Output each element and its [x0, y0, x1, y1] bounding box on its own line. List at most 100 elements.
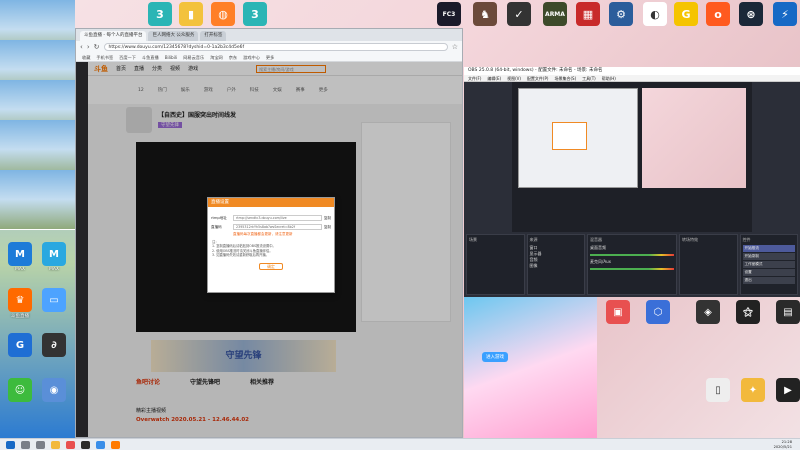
- back-icon[interactable]: ‹: [80, 43, 83, 51]
- app-icon: ◉: [42, 378, 66, 402]
- browser-tab[interactable]: 斗鱼直播 - 每个人的直播平台: [80, 31, 147, 41]
- desktop-icon[interactable]: G: [668, 2, 704, 26]
- desktop-icon[interactable]: ◍: [205, 2, 241, 26]
- browser-tab-strip: 斗鱼直播 - 每个人的直播平台 巨人网络大 公众服务 打开标签: [76, 29, 462, 41]
- clock[interactable]: 21:28 2020/5/21: [774, 440, 792, 449]
- app-icon: ▯: [706, 378, 730, 402]
- source-item[interactable]: 图像: [530, 263, 583, 269]
- desktop-icon[interactable]: ▶: [770, 378, 800, 402]
- desktop-icon[interactable]: M MAX: [2, 242, 38, 272]
- desktop-icon[interactable]: ✓: [501, 2, 537, 26]
- app-icon: ▣: [606, 300, 630, 324]
- bookmark-item[interactable]: 网易云音乐: [183, 53, 204, 61]
- studio-mode-button[interactable]: 工作室模式: [742, 261, 795, 268]
- start-icon[interactable]: [6, 440, 15, 449]
- desktop-icon[interactable]: ⬡: [640, 300, 676, 324]
- exit-button[interactable]: 退出: [742, 277, 795, 284]
- desktop-icon[interactable]: o: [700, 2, 736, 26]
- copy-key-button[interactable]: 复制: [324, 225, 331, 230]
- desktop-icon[interactable]: ▭: [36, 288, 72, 312]
- menu-item[interactable]: 文件(F): [468, 75, 481, 81]
- star-icon[interactable]: ☆: [452, 43, 458, 51]
- bookmark-item[interactable]: Bilibili: [165, 53, 178, 61]
- desktop-icon[interactable]: ▤: [770, 300, 800, 324]
- app-icon: ♞: [473, 2, 497, 26]
- browser-tab[interactable]: 巨人网络大 公众服务: [148, 31, 199, 41]
- desktop-icon[interactable]: ⊛: [733, 2, 769, 26]
- game-thumbnail[interactable]: [0, 170, 75, 230]
- dialog-notes: 注： 1. 复制直播码后请粘贴到OBS推流设置中。 2. 使用OBS推流时请关闭…: [212, 240, 330, 258]
- browser-tab[interactable]: 打开标签: [200, 31, 227, 41]
- refresh-icon[interactable]: ↻: [94, 43, 100, 51]
- desktop-icon[interactable]: ⚙: [603, 2, 639, 26]
- obs-preview[interactable]: [512, 82, 752, 232]
- start-streaming-button[interactable]: 开始推流: [742, 245, 795, 252]
- menu-item[interactable]: 场景集合(S): [554, 75, 576, 81]
- app-icon: ◐: [643, 2, 667, 26]
- note-line: 3. 如直播码失效请重新获取后再开播。: [212, 253, 269, 258]
- app-icon: G: [8, 333, 32, 357]
- forward-icon[interactable]: ›: [87, 43, 90, 51]
- bookmark-item[interactable]: 游戏中心: [243, 53, 260, 61]
- settings-button[interactable]: 设置: [742, 269, 795, 276]
- bookmark-item[interactable]: 京东: [229, 53, 237, 61]
- app-icon: o: [706, 2, 730, 26]
- app-icon: ▦: [576, 2, 600, 26]
- menu-item[interactable]: 视图(V): [507, 75, 521, 81]
- game-window[interactable]: 进入游戏: [464, 297, 597, 438]
- desktop-icon[interactable]: M MAX: [36, 242, 72, 272]
- copy-server-button[interactable]: 复制: [324, 216, 331, 221]
- desktop-icon[interactable]: ▦: [570, 2, 606, 26]
- dock-title: 混音器: [590, 237, 602, 242]
- server-field[interactable]: rtmp://sendtc3.douyu.com/live: [233, 215, 322, 221]
- desktop-icon[interactable]: ⚡: [767, 2, 800, 26]
- menu-item[interactable]: 配置文件(P): [527, 75, 549, 81]
- bookmark-item[interactable]: 更多: [266, 53, 274, 61]
- wechat-icon: ☺: [8, 378, 32, 402]
- desktop-icon[interactable]: ∂: [36, 333, 72, 357]
- key-field[interactable]: 2395312rkYh5s8ab?wsSecret=8b2f: [233, 224, 322, 230]
- bookmark-item[interactable]: 手机书签: [96, 53, 113, 61]
- menu-item[interactable]: 编辑(E): [487, 75, 501, 81]
- desktop-icon[interactable]: ♛ 斗鱼直播: [2, 288, 38, 319]
- task-view-icon[interactable]: [36, 440, 45, 449]
- douyu-icon[interactable]: [111, 440, 120, 449]
- app-icon: ARMA: [543, 2, 567, 26]
- desktop-icon[interactable]: ⚝: [730, 300, 766, 324]
- browser-icon[interactable]: [96, 440, 105, 449]
- app-icon: ◍: [211, 2, 235, 26]
- desktop-icon[interactable]: G: [2, 333, 38, 357]
- desktop-top-icons: 3 ▮ ◍ 3 FC3 ♞ ✓ ARMA ▦ ⚙ ◐ Go ⊛ ⚡: [75, 0, 800, 28]
- enter-game-button[interactable]: 进入游戏: [482, 352, 508, 362]
- mixer-row-label: 桌面音频: [590, 245, 606, 250]
- menu-item[interactable]: 工具(T): [582, 75, 596, 81]
- bookmark-item[interactable]: 百度一下: [119, 53, 136, 61]
- desktop-icon[interactable]: ▣: [600, 300, 636, 324]
- dock-title: 控件: [742, 237, 751, 242]
- desktop-icon[interactable]: ◉: [36, 378, 72, 402]
- desktop-icon[interactable]: FC3: [431, 2, 467, 26]
- ok-button[interactable]: 确定: [259, 262, 283, 270]
- folder-icon[interactable]: [51, 440, 60, 449]
- start-recording-button[interactable]: 开始录制: [742, 253, 795, 260]
- desktop-icon[interactable]: ▯: [700, 378, 736, 402]
- app-icon: ⚙: [609, 2, 633, 26]
- bookmark-item[interactable]: 斗鱼直播: [142, 53, 159, 61]
- url-input[interactable]: https://www.douyu.com/12345678?dyshid=0-…: [103, 43, 448, 51]
- desktop-icon[interactable]: ☺: [2, 378, 38, 402]
- app-icon[interactable]: [66, 440, 75, 449]
- bookmark-item[interactable]: 淘宝网: [210, 53, 223, 61]
- bookmark-item[interactable]: 收藏: [82, 53, 90, 61]
- desktop-icon[interactable]: ◈: [690, 300, 726, 324]
- obs-icon[interactable]: [81, 440, 90, 449]
- desktop-icon[interactable]: ARMA: [537, 2, 573, 26]
- desktop-icon[interactable]: ♞: [467, 2, 503, 26]
- app-icon: FC3: [437, 2, 461, 26]
- desktop-icon[interactable]: 3: [237, 2, 273, 26]
- desktop-icon[interactable]: ✦: [735, 378, 771, 402]
- obs-docks: 场景 来源 窗口 显示器 音频 图像 混音器 桌面音频 麦克风/Aux 转场特效…: [464, 232, 800, 297]
- obs-window[interactable]: OBS 25.0.8 (64-bit, windows) - 配置文件: 未命名…: [464, 67, 800, 297]
- desktop-icon[interactable]: ▮: [173, 2, 209, 26]
- menu-item[interactable]: 帮助(H): [602, 75, 616, 81]
- search-icon[interactable]: [21, 440, 30, 449]
